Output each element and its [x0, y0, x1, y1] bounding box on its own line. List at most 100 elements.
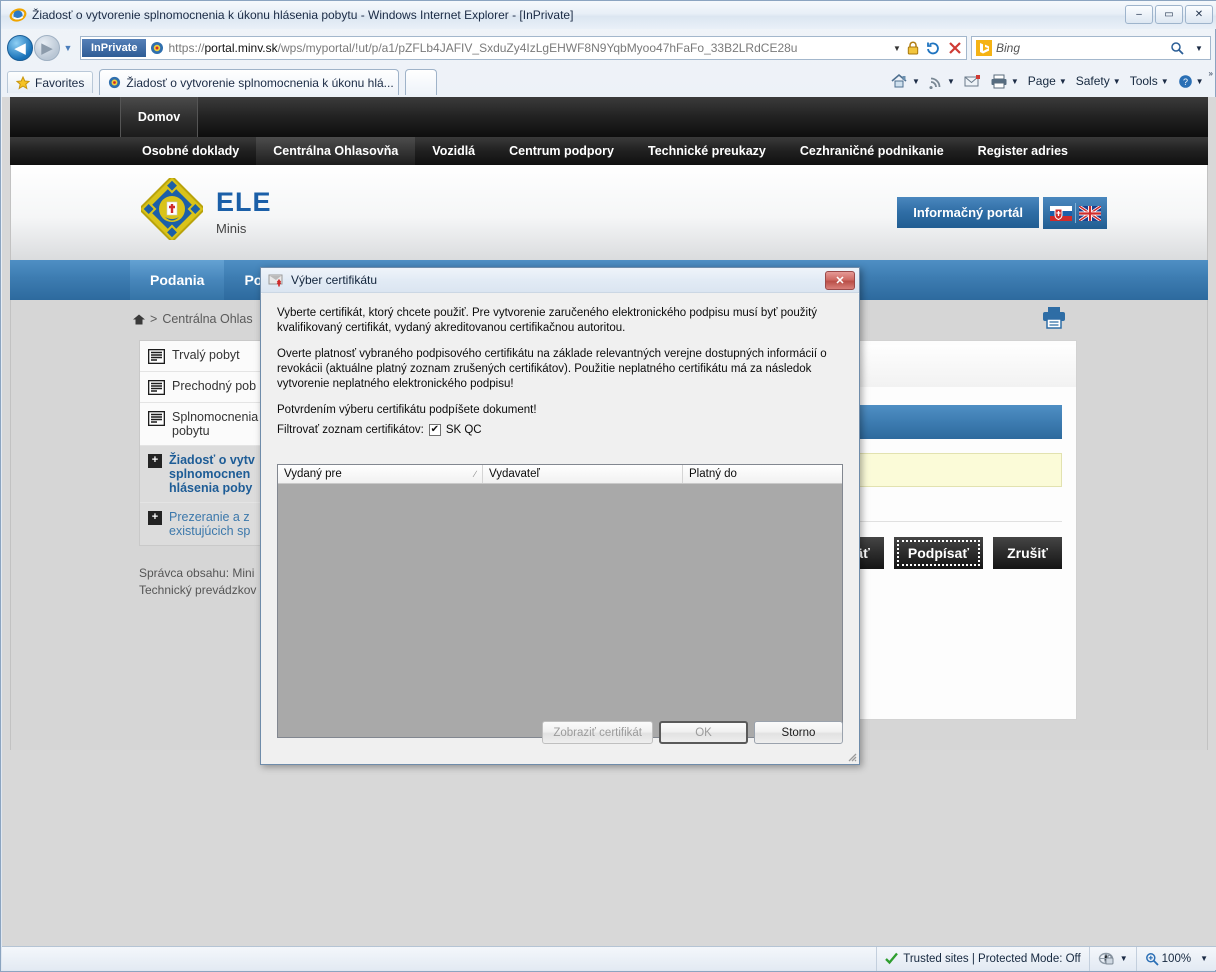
search-icon[interactable] [1166, 37, 1188, 59]
document-icon [148, 411, 165, 426]
zoom-level-label: 100% [1161, 952, 1192, 965]
sidebar-item-prechodny-pobyt[interactable]: Prechodný pob [140, 372, 270, 403]
sort-indicator-icon: ∕ [474, 469, 476, 479]
mainnav-item-technicke-preukazy[interactable]: Technické preukazy [631, 137, 783, 165]
sidebar-item-label: Prechodný pob [172, 379, 257, 393]
read-mail-button[interactable] [960, 72, 985, 90]
flag-sk-icon[interactable] [1047, 203, 1075, 223]
site-favicon-icon [150, 41, 164, 55]
search-dropdown-icon[interactable]: ▼ [1188, 37, 1210, 59]
brand-title: ELE [216, 187, 272, 217]
podpisat-button[interactable]: Podpísať [893, 537, 984, 569]
page-viewport: Domov Osobné doklady Centrálna Ohlasovňa… [2, 97, 1216, 947]
topnav-item-domov[interactable]: Domov [120, 97, 198, 137]
compatibility-caret-icon[interactable]: ▼ [1120, 954, 1128, 963]
footer-line-2: Technický prevádzkov [139, 583, 257, 597]
compatibility-view-button[interactable]: ▼ [1088, 946, 1136, 971]
url-path: /wps/myportal/!ut/p/a1/pZFLb4JAFIV_SxduZ… [277, 41, 798, 55]
command-bar: ▼ ▼ ▼ Page ▼ Safety ▼ Tools ▼ ? ▼ » [887, 69, 1213, 93]
mainnav-item-vozidla[interactable]: Vozidlá [415, 137, 492, 165]
flag-en-icon[interactable] [1075, 203, 1103, 223]
favorites-label: Favorites [35, 75, 85, 90]
dialog-title: Výber certifikátu [291, 273, 378, 287]
inprivate-badge: InPrivate [82, 39, 147, 57]
refresh-button[interactable] [922, 37, 944, 59]
home-icon[interactable] [133, 314, 145, 325]
home-button[interactable]: ▼ [887, 71, 924, 91]
feeds-button[interactable]: ▼ [925, 72, 959, 91]
forward-button[interactable]: ▶ [34, 35, 60, 61]
print-button[interactable]: ▼ [986, 72, 1023, 91]
column-header-platny-do[interactable]: Platný do [683, 465, 842, 483]
address-bar[interactable]: InPrivate https://portal.minv.sk/wps/myp… [80, 36, 967, 60]
search-box[interactable]: Bing ▼ [971, 36, 1211, 60]
print-caret-icon[interactable]: ▼ [1011, 77, 1019, 86]
mainnav-item-osobne-doklady[interactable]: Osobné doklady [125, 137, 256, 165]
home-caret-icon[interactable]: ▼ [912, 77, 920, 86]
help-caret-icon[interactable]: ▼ [1196, 77, 1204, 86]
plus-icon[interactable]: + [148, 511, 162, 525]
internet-explorer-window: Žiadosť o vytvorenie splnomocnenia k úko… [0, 0, 1216, 972]
feeds-caret-icon[interactable]: ▼ [947, 77, 955, 86]
sidebar-item-prezeranie[interactable]: + Prezeranie a z existujúcich sp [140, 503, 270, 545]
lock-icon[interactable] [904, 41, 922, 55]
safety-caret-icon[interactable]: ▼ [1113, 77, 1121, 86]
mainnav-item-register-adries[interactable]: Register adries [961, 137, 1085, 165]
certificate-list[interactable]: Vydaný pre ∕ Vydavateľ Platný do [277, 464, 843, 738]
tools-menu-label: Tools [1129, 74, 1158, 88]
site-header: ELE Minis Informačný portál [10, 165, 1208, 260]
zoom-control[interactable]: 100% ▼ [1135, 946, 1216, 971]
filter-checkbox[interactable]: ✔ [428, 424, 441, 436]
dialog-close-button[interactable]: ✕ [825, 271, 855, 290]
favorites-button[interactable]: Favorites [7, 71, 94, 93]
page-caret-icon[interactable]: ▼ [1059, 77, 1067, 86]
sidebar-item-ziadost-o-vytvorenie[interactable]: + Žiadosť o vytv splnomocnen hlásenia po… [140, 446, 270, 503]
safety-menu[interactable]: Safety ▼ [1072, 72, 1125, 90]
site-footer-text: Správca obsahu: Mini Technický prevádzko… [139, 565, 256, 599]
zobrazit-certifikat-button[interactable]: Zobraziť certifikát [542, 721, 653, 744]
mainnav-item-cezhranicne-podnikanie[interactable]: Cezhraničné podnikanie [783, 137, 961, 165]
stop-button[interactable] [944, 37, 966, 59]
column-label: Vydavateľ [489, 468, 540, 480]
url-host: portal.minv.sk [204, 41, 278, 55]
address-dropdown-icon[interactable]: ▼ [890, 44, 904, 53]
star-icon [16, 75, 30, 90]
column-header-vydany-pre[interactable]: Vydaný pre ∕ [278, 465, 483, 483]
new-tab-button[interactable] [405, 69, 438, 95]
plus-icon[interactable]: + [148, 454, 162, 468]
browser-tab-active[interactable]: Žiadosť o vytvorenie splnomocnenia k úko… [99, 69, 400, 95]
mainnav-item-centralna-ohlasovna[interactable]: Centrálna Ohlasovňa [256, 137, 416, 165]
tab-podania[interactable]: Podania [130, 260, 225, 300]
document-icon [148, 349, 165, 364]
filter-row: Filtrovať zoznam certifikátov: ✔ SK QC [277, 424, 843, 436]
zrusit-button[interactable]: Zrušiť [993, 537, 1062, 569]
maximize-button[interactable]: ▭ [1155, 5, 1183, 24]
mainnav-item-centrum-podpory[interactable]: Centrum podpory [492, 137, 631, 165]
help-menu[interactable]: ? ▼ [1174, 72, 1208, 91]
column-header-vydavatel[interactable]: Vydavateľ [483, 465, 683, 483]
dialog-resize-grip[interactable] [845, 750, 857, 762]
commandbar-overflow-icon[interactable]: » [1209, 69, 1213, 78]
print-icon [990, 74, 1008, 89]
url-scheme: https:// [168, 41, 205, 55]
page-menu[interactable]: Page ▼ [1024, 72, 1071, 90]
storno-button[interactable]: Storno [754, 721, 843, 744]
tools-caret-icon[interactable]: ▼ [1161, 77, 1169, 86]
minimize-button[interactable]: – [1125, 5, 1153, 24]
close-button[interactable]: ✕ [1185, 5, 1213, 24]
informacny-portal-button[interactable]: Informačný portál [897, 197, 1039, 228]
document-icon [148, 380, 165, 395]
history-dropdown-icon[interactable]: ▼ [60, 43, 76, 53]
tools-menu[interactable]: Tools ▼ [1126, 72, 1173, 90]
breadcrumb-current: Centrálna Ohlas [162, 312, 253, 326]
printer-icon[interactable] [1041, 306, 1067, 330]
sidebar-item-trvaly-pobyt[interactable]: Trvalý pobyt [140, 341, 270, 372]
breadcrumb: > Centrálna Ohlas [133, 312, 253, 326]
column-label: Vydaný pre [284, 468, 342, 480]
zoom-caret-icon[interactable]: ▼ [1200, 954, 1208, 963]
back-button[interactable]: ◀ [7, 35, 33, 61]
security-zone[interactable]: Trusted sites | Protected Mode: Off [876, 946, 1088, 971]
navigation-bar: ◀ ▶ ▼ InPrivate https://portal.minv.sk/w… [1, 31, 1216, 65]
ok-button[interactable]: OK [659, 721, 748, 744]
sidebar-item-splnomocnenia[interactable]: Splnomocnenia pobytu [140, 403, 270, 446]
